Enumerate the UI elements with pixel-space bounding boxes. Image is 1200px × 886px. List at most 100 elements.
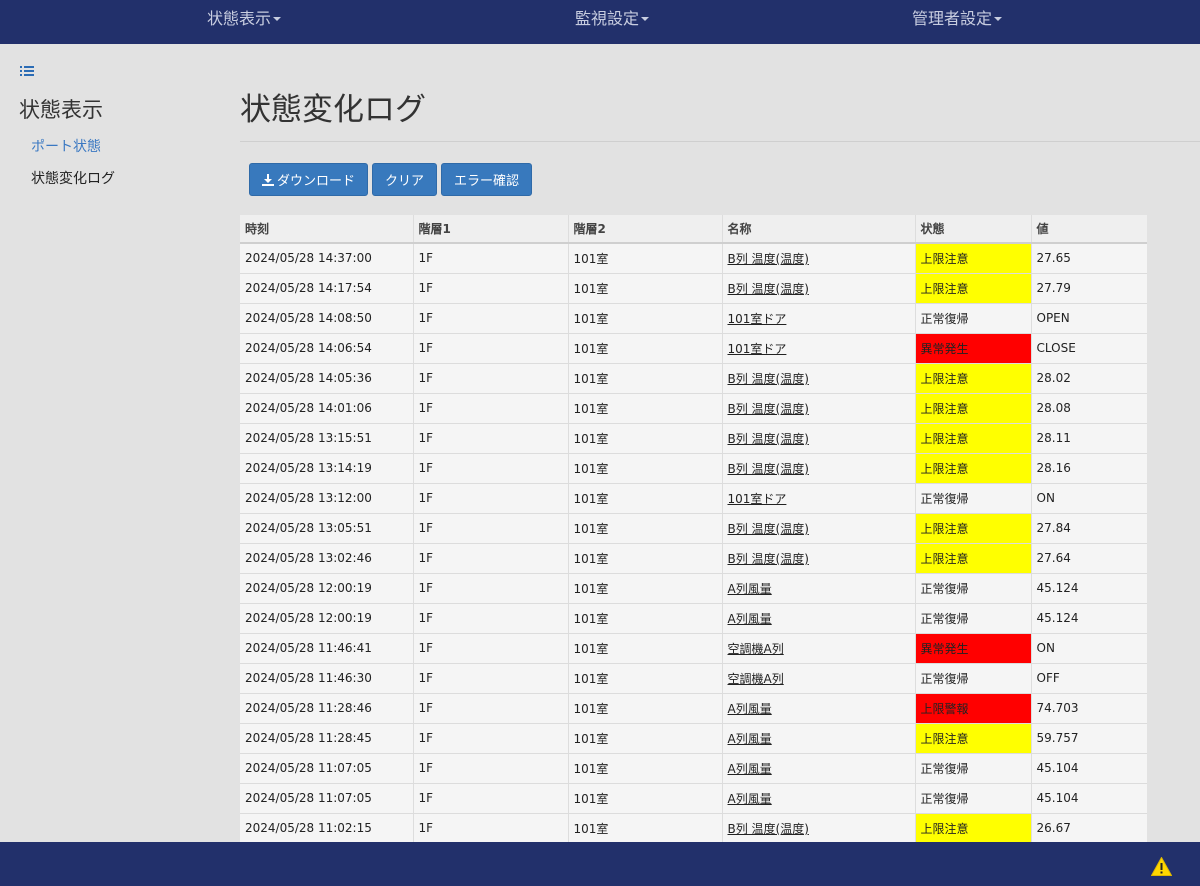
cell-level1: 1F xyxy=(413,513,569,544)
divider xyxy=(240,141,1200,142)
sensor-name-link[interactable]: B列 温度(温度) xyxy=(728,372,809,386)
cell-level1: 1F xyxy=(413,333,569,364)
sensor-name-link[interactable]: A列風量 xyxy=(728,582,772,596)
header-time[interactable]: 時刻 xyxy=(240,215,414,244)
cell-level1: 1F xyxy=(413,243,569,274)
cell-value: 28.16 xyxy=(1031,453,1147,484)
cell-value: 27.79 xyxy=(1031,273,1147,304)
sensor-name-link[interactable]: 空調機A列 xyxy=(728,672,784,686)
cell-level1: 1F xyxy=(413,663,569,694)
warning-icon[interactable] xyxy=(1151,857,1172,876)
cell-name[interactable]: 空調機A列 xyxy=(722,663,916,694)
cell-time: 2024/05/28 11:07:05 xyxy=(240,783,414,814)
cell-name[interactable]: B列 温度(温度) xyxy=(722,363,916,394)
download-icon xyxy=(262,173,274,186)
sensor-name-link[interactable]: 空調機A列 xyxy=(728,642,784,656)
cell-time: 2024/05/28 13:05:51 xyxy=(240,513,414,544)
download-button[interactable]: ダウンロード xyxy=(249,163,369,196)
sensor-name-link[interactable]: B列 温度(温度) xyxy=(728,432,809,446)
nav-monitor-menu[interactable]: 監視設定 xyxy=(575,0,650,44)
cell-time: 2024/05/28 11:07:05 xyxy=(240,753,414,784)
error-check-label: エラー確認 xyxy=(454,174,520,189)
nav-status-menu[interactable]: 状態表示 xyxy=(207,0,282,44)
cell-status: 異常発生 xyxy=(915,333,1032,364)
cell-value: 26.67 xyxy=(1031,813,1147,842)
sensor-name-link[interactable]: B列 温度(温度) xyxy=(728,282,809,296)
cell-name[interactable]: B列 温度(温度) xyxy=(722,513,916,544)
error-check-button[interactable]: エラー確認 xyxy=(441,163,533,196)
cell-name[interactable]: B列 温度(温度) xyxy=(722,393,916,424)
cell-value: 59.757 xyxy=(1031,723,1147,754)
sidebar-item-port-status[interactable]: ポート状態 xyxy=(31,136,101,156)
header-status[interactable]: 状態 xyxy=(915,215,1032,244)
cell-status: 上限注意 xyxy=(915,453,1032,484)
cell-level1: 1F xyxy=(413,543,569,574)
nav-admin-menu[interactable]: 管理者設定 xyxy=(912,0,1003,44)
cell-name[interactable]: 101室ドア xyxy=(722,333,916,364)
table-row: 2024/05/28 11:46:41 1F 101室 空調機A列 異常発生 ON xyxy=(240,633,1147,664)
table-row: 2024/05/28 11:07:05 1F 101室 A列風量 正常復帰 45.104 xyxy=(240,783,1147,814)
cell-level1: 1F xyxy=(413,393,569,424)
cell-value: 27.84 xyxy=(1031,513,1147,544)
cell-level2: 101室 xyxy=(568,513,723,544)
cell-name[interactable]: A列風量 xyxy=(722,753,916,784)
cell-name[interactable]: A列風量 xyxy=(722,723,916,754)
cell-status: 正常復帰 xyxy=(915,663,1032,694)
cell-level1: 1F xyxy=(413,573,569,604)
cell-name[interactable]: B列 温度(温度) xyxy=(722,813,916,842)
cell-level1: 1F xyxy=(413,453,569,484)
header-name[interactable]: 名称 xyxy=(722,215,916,244)
caret-down-icon xyxy=(994,16,1003,21)
cell-name[interactable]: B列 温度(温度) xyxy=(722,543,916,574)
cell-level1: 1F xyxy=(413,423,569,454)
cell-name[interactable]: 空調機A列 xyxy=(722,633,916,664)
sensor-name-link[interactable]: A列風量 xyxy=(728,762,772,776)
cell-level2: 101室 xyxy=(568,603,723,634)
cell-name[interactable]: A列風量 xyxy=(722,783,916,814)
cell-name[interactable]: A列風量 xyxy=(722,693,916,724)
header-value[interactable]: 値 xyxy=(1031,215,1147,244)
sensor-name-link[interactable]: A列風量 xyxy=(728,732,772,746)
table-row: 2024/05/28 14:17:54 1F 101室 B列 温度(温度) 上限注意 27… xyxy=(240,273,1147,304)
sidebar-item-status-log[interactable]: 状態変化ログ xyxy=(31,168,115,188)
header-level1[interactable]: 階層1 xyxy=(413,215,569,244)
cell-level2: 101室 xyxy=(568,273,723,304)
cell-level1: 1F xyxy=(413,303,569,334)
sensor-name-link[interactable]: B列 温度(温度) xyxy=(728,252,809,266)
table-body: 2024/05/28 14:37:00 1F 101室 B列 温度(温度) 上限注意 27… xyxy=(240,243,1147,842)
cell-name[interactable]: B列 温度(温度) xyxy=(722,453,916,484)
clear-button[interactable]: クリア xyxy=(372,163,438,196)
sensor-name-link[interactable]: B列 温度(温度) xyxy=(728,462,809,476)
cell-name[interactable]: 101室ドア xyxy=(722,483,916,514)
cell-name[interactable]: B列 温度(温度) xyxy=(722,423,916,454)
list-icon[interactable] xyxy=(20,66,34,78)
log-table-container[interactable]: 時刻 階層1 階層2 名称 状態 値 2024/05/28 14:37:00 1F… xyxy=(240,215,1147,842)
sensor-name-link[interactable]: B列 温度(温度) xyxy=(728,822,809,836)
cell-name[interactable]: B列 温度(温度) xyxy=(722,243,916,274)
cell-level1: 1F xyxy=(413,723,569,754)
cell-value: 45.104 xyxy=(1031,783,1147,814)
cell-name[interactable]: A列風量 xyxy=(722,603,916,634)
footer-bar xyxy=(0,842,1200,886)
nav-admin-label: 管理者設定 xyxy=(912,9,993,28)
table-row: 2024/05/28 14:08:50 1F 101室 101室ドア 正常復帰 OPEN xyxy=(240,303,1147,334)
cell-value: 45.124 xyxy=(1031,603,1147,634)
cell-name[interactable]: A列風量 xyxy=(722,573,916,604)
sensor-name-link[interactable]: A列風量 xyxy=(728,612,772,626)
cell-status: 上限注意 xyxy=(915,273,1032,304)
table-header-row: 時刻 階層1 階層2 名称 状態 値 xyxy=(240,215,1147,244)
sensor-name-link[interactable]: A列風量 xyxy=(728,702,772,716)
header-level2[interactable]: 階層2 xyxy=(568,215,723,244)
sensor-name-link[interactable]: B列 温度(温度) xyxy=(728,522,809,536)
cell-status: 正常復帰 xyxy=(915,783,1032,814)
sensor-name-link[interactable]: 101室ドア xyxy=(728,492,787,506)
sensor-name-link[interactable]: B列 温度(温度) xyxy=(728,402,809,416)
cell-name[interactable]: B列 温度(温度) xyxy=(722,273,916,304)
sensor-name-link[interactable]: B列 温度(温度) xyxy=(728,552,809,566)
sensor-name-link[interactable]: 101室ドア xyxy=(728,342,787,356)
cell-level2: 101室 xyxy=(568,243,723,274)
cell-level1: 1F xyxy=(413,783,569,814)
sensor-name-link[interactable]: A列風量 xyxy=(728,792,772,806)
cell-name[interactable]: 101室ドア xyxy=(722,303,916,334)
sensor-name-link[interactable]: 101室ドア xyxy=(728,312,787,326)
